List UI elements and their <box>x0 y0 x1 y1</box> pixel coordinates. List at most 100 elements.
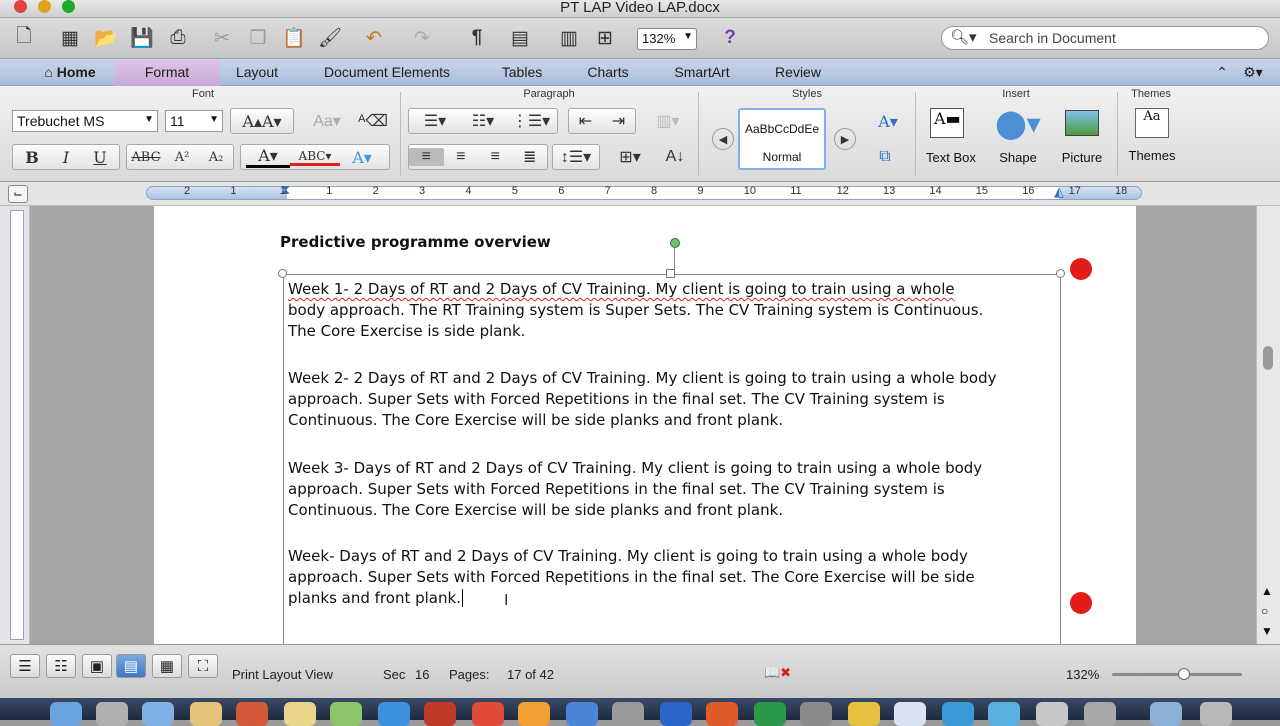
themes-button[interactable]: Aa Themes <box>1124 108 1180 170</box>
clear-formatting-icon[interactable]: ᴬ⌫ <box>356 108 390 134</box>
sidebar-icon[interactable]: ▤ <box>506 24 534 52</box>
tab-charts[interactable]: Charts <box>564 59 652 86</box>
text-effects-icon[interactable]: A▾ <box>340 148 384 167</box>
shading-borders-icon[interactable]: ⊞▾ <box>608 144 652 170</box>
align-right-icon[interactable]: ≡ <box>478 148 513 166</box>
gear-icon[interactable]: ⚙▾ <box>1238 59 1268 86</box>
scroll-up-icon[interactable]: ▲ <box>1261 584 1273 598</box>
font-size-select[interactable]: 11 ▼ <box>165 110 223 132</box>
vertical-ruler[interactable] <box>0 206 30 644</box>
manage-styles-icon[interactable]: ⧉ <box>868 144 902 170</box>
notebook-view-button[interactable]: ▣ <box>82 654 112 678</box>
print-layout-view-button[interactable]: ▤ <box>116 654 146 678</box>
search-input[interactable]: 🔍︎▾ Search in Document <box>941 26 1269 50</box>
bullets-icon[interactable]: ☰▾ <box>411 111 459 131</box>
superscript-button[interactable]: A² <box>165 150 199 165</box>
help-icon[interactable]: ? <box>716 24 744 52</box>
app-icon[interactable] <box>518 702 550 726</box>
tab-smartart[interactable]: SmartArt <box>652 59 752 86</box>
app-icon[interactable] <box>1084 702 1116 726</box>
text-box-button[interactable]: A▬ Text Box <box>926 108 986 170</box>
tab-format[interactable]: Format <box>114 59 220 86</box>
gallery-icon[interactable]: ▥ <box>555 24 583 52</box>
finder-icon[interactable] <box>50 702 82 726</box>
picture-button[interactable]: Picture <box>1054 108 1110 170</box>
app-icon[interactable] <box>330 702 362 726</box>
app-icon[interactable] <box>988 702 1020 726</box>
print-icon[interactable]: ⎙ <box>164 24 192 52</box>
copy-icon[interactable]: ❐ <box>244 24 272 52</box>
app-icon[interactable] <box>800 702 832 726</box>
collapse-ribbon-icon[interactable]: ⌃ <box>1210 59 1234 86</box>
downloads-icon[interactable] <box>1150 702 1182 726</box>
resize-handle[interactable] <box>278 269 287 278</box>
zoom-slider-thumb[interactable] <box>1178 668 1190 680</box>
tab-document-elements[interactable]: Document Elements <box>294 59 480 86</box>
app-icon[interactable] <box>142 702 174 726</box>
increase-indent-icon[interactable]: ⇥ <box>602 111 635 131</box>
undo-icon[interactable]: ↶ <box>360 24 388 52</box>
styles-prev-icon[interactable]: ◀ <box>712 128 734 150</box>
app-icon[interactable] <box>378 702 410 726</box>
style-normal-card[interactable]: AaBbCcDdEe Normal <box>738 108 826 170</box>
right-indent-marker-icon[interactable]: ◭ <box>1054 184 1064 200</box>
app-icon[interactable] <box>96 702 128 726</box>
app-icon[interactable] <box>848 702 880 726</box>
highlight-icon[interactable]: ABC▾ <box>290 149 340 166</box>
app-icon[interactable] <box>942 702 974 726</box>
redo-icon[interactable]: ↷ <box>408 24 436 52</box>
app-icon[interactable] <box>190 702 222 726</box>
shape-button[interactable]: ⬤▾ Shape <box>992 108 1044 170</box>
app-icon[interactable] <box>424 702 456 726</box>
horizontal-ruler[interactable]: ⌙ ⧗ ◭ 2 1 1 1 2 3 4 5 6 7 8 9 10 11 12 13 14 15 16 17 18 <box>0 182 1280 206</box>
trash-icon[interactable] <box>1200 702 1232 726</box>
format-painter-icon[interactable]: 🖌 <box>316 24 344 52</box>
app-store-icon[interactable] <box>566 702 598 726</box>
paste-icon[interactable]: 📋 <box>280 24 308 52</box>
app-icon[interactable] <box>894 702 926 726</box>
columns-icon[interactable]: ▥▾ <box>646 108 690 134</box>
powerpoint-icon[interactable] <box>706 702 738 726</box>
grow-shrink-font-button[interactable]: A▴A▾ <box>230 108 294 134</box>
app-icon[interactable] <box>612 702 644 726</box>
zoom-select[interactable]: 132% ▼ <box>637 28 697 50</box>
numbering-icon[interactable]: ☷▾ <box>459 111 507 131</box>
save-icon[interactable]: 💾 <box>128 24 156 52</box>
scroll-thumb[interactable] <box>1263 346 1273 370</box>
templates-icon[interactable]: ▦ <box>56 24 84 52</box>
app-icon[interactable] <box>472 702 504 726</box>
italic-button[interactable]: I <box>49 148 83 167</box>
line-spacing-icon[interactable]: ↕☰▾ <box>552 144 600 170</box>
font-color-icon[interactable]: A▾ <box>246 146 290 168</box>
publishing-view-button[interactable]: ▦ <box>152 654 182 678</box>
pilcrow-icon[interactable]: ¶ <box>463 24 491 52</box>
scroll-down-icon[interactable]: ▼ <box>1261 624 1273 638</box>
font-name-select[interactable]: Trebuchet MS ▼ <box>12 110 158 132</box>
full-screen-view-button[interactable]: ⛶ <box>188 654 218 678</box>
outline-view-button[interactable]: ☷ <box>46 654 76 678</box>
app-icon[interactable] <box>236 702 268 726</box>
new-icon[interactable]: 🗋 <box>10 24 38 52</box>
align-left-icon[interactable]: ≡ <box>409 148 444 166</box>
styles-pane-icon[interactable]: A▾ <box>868 108 908 134</box>
open-icon[interactable]: 📂 <box>92 24 120 52</box>
multilevel-list-icon[interactable]: ⋮☰▾ <box>507 111 555 131</box>
document-page[interactable]: Predictive programme overview Week 1- 2 … <box>154 206 1136 650</box>
cut-icon[interactable]: ✂ <box>208 24 236 52</box>
align-center-icon[interactable]: ≡ <box>444 148 479 166</box>
decrease-indent-icon[interactable]: ⇤ <box>569 111 602 131</box>
word-icon[interactable] <box>660 702 692 726</box>
zoom-slider[interactable] <box>1112 673 1242 676</box>
strikethrough-button[interactable]: ABC <box>127 150 165 165</box>
toolbox-icon[interactable]: ⊞ <box>591 24 619 52</box>
tab-review[interactable]: Review <box>752 59 844 86</box>
tab-tables[interactable]: Tables <box>480 59 564 86</box>
excel-icon[interactable] <box>754 702 786 726</box>
rotate-handle[interactable] <box>670 238 680 248</box>
tab-home[interactable]: ⌂ Home <box>30 59 110 86</box>
draft-view-button[interactable]: ☰ <box>10 654 40 678</box>
sort-icon[interactable]: A↓ <box>658 144 692 170</box>
styles-next-icon[interactable]: ▶ <box>834 128 856 150</box>
app-icon[interactable] <box>284 702 316 726</box>
change-case-icon[interactable]: Aa▾ <box>306 108 348 134</box>
